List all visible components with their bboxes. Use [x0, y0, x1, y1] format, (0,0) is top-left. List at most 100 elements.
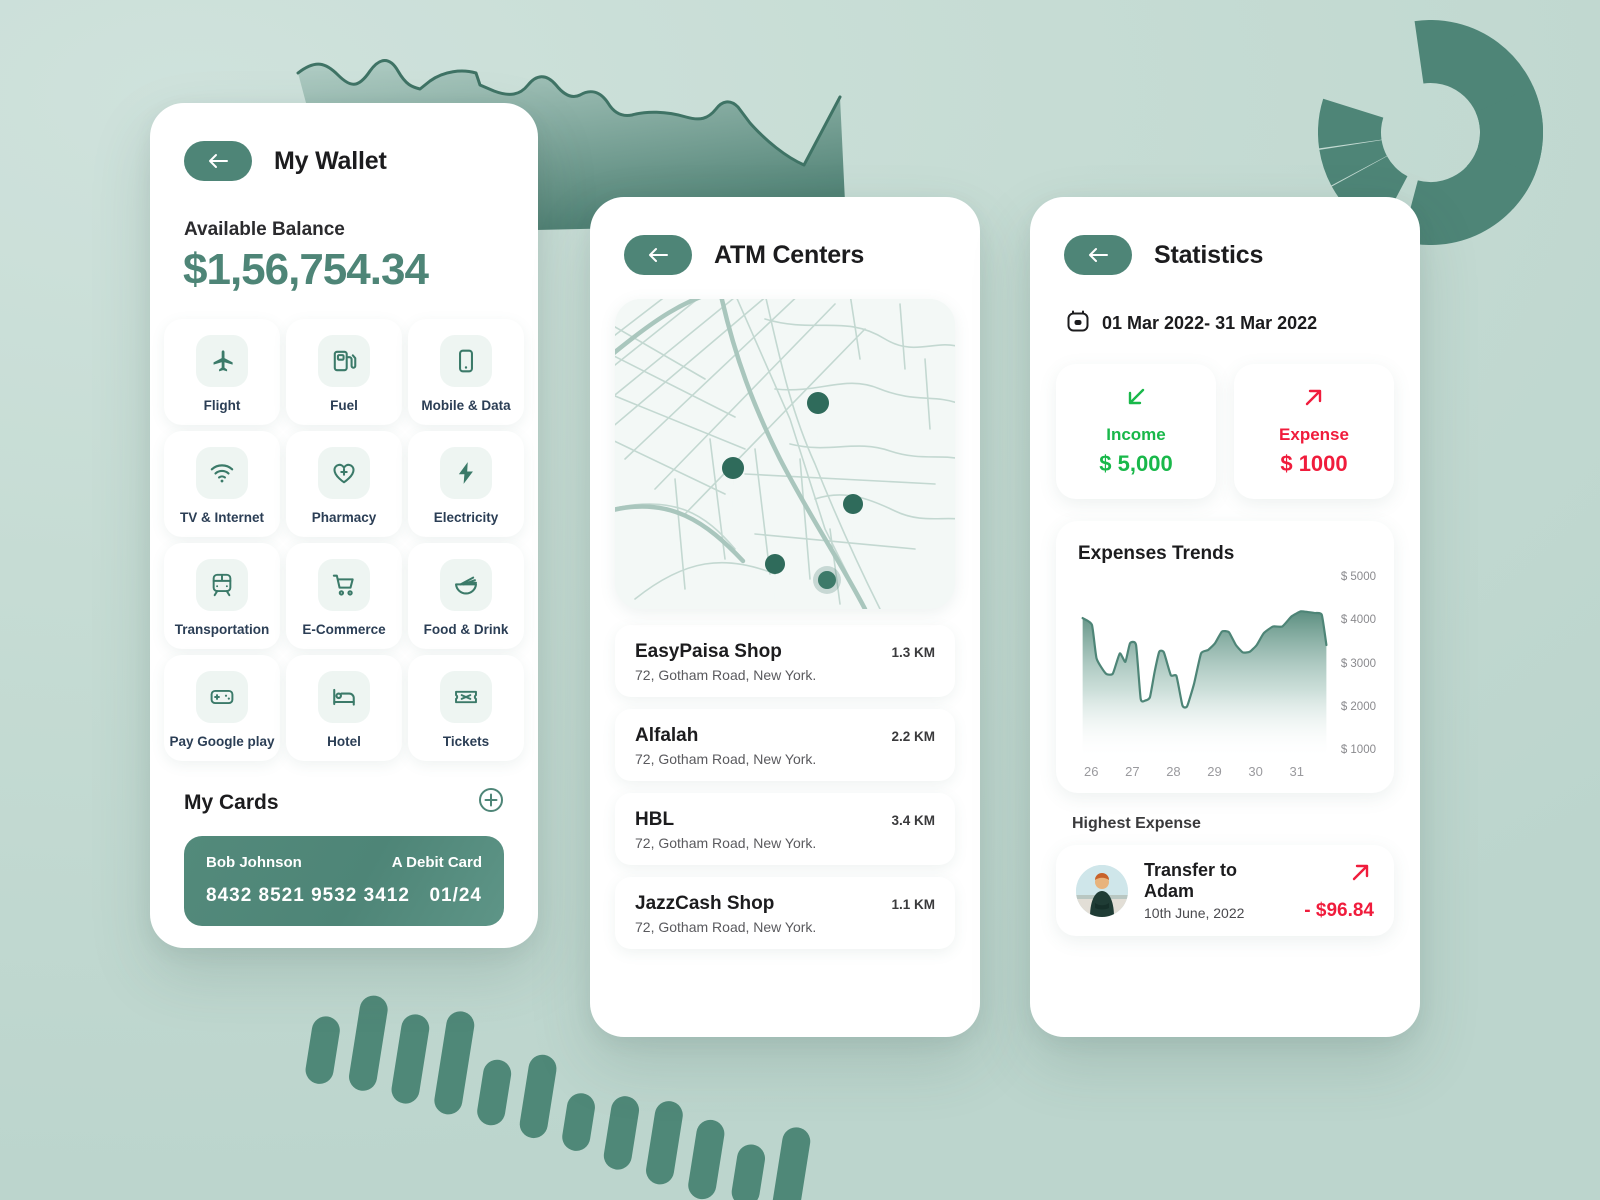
- atm-name: JazzCash Shop: [635, 893, 775, 914]
- service-tile-label: Transportation: [174, 622, 270, 637]
- card-expiry: 01/24: [429, 885, 482, 906]
- service-tile-label: Flight: [203, 398, 241, 413]
- atm-list-item[interactable]: HBL 3.4 KM 72, Gotham Road, New York.: [615, 793, 955, 865]
- service-tile-e-commerce[interactable]: E-Commerce: [286, 543, 402, 649]
- back-button[interactable]: [184, 141, 252, 181]
- card-number: 8432 8521 9532 3412: [206, 885, 410, 906]
- heart-plus-icon: [318, 447, 370, 499]
- plus-circle-icon[interactable]: [478, 787, 504, 818]
- expense-name: Transfer to Adam: [1144, 860, 1238, 901]
- gamepad-icon: [196, 671, 248, 723]
- my-cards-title: My Cards: [184, 790, 279, 814]
- date-range-text: 01 Mar 2022- 31 Mar 2022: [1102, 313, 1318, 333]
- page-title: Statistics: [1154, 240, 1264, 269]
- atm-address: 72, Gotham Road, New York.: [635, 835, 817, 851]
- arrow-up-right-icon: [1301, 389, 1327, 414]
- airplane-icon: [196, 335, 248, 387]
- arrow-down-left-icon: [1123, 388, 1149, 414]
- service-tile-label: TV & Internet: [179, 510, 264, 525]
- atm-list: EasyPaisa Shop 1.3 KM 72, Gotham Road, New…: [615, 625, 955, 949]
- service-tile-flight[interactable]: Flight: [164, 319, 280, 425]
- balance-value: $1,56,754.34: [183, 245, 429, 294]
- service-tile-label: Electricity: [433, 510, 499, 525]
- arrow-left-icon: [209, 154, 228, 168]
- service-tile-electricity[interactable]: Electricity: [408, 431, 524, 537]
- date-range-selector[interactable]: 01 Mar 2022- 31 Mar 2022: [1066, 309, 1420, 338]
- service-tile-label: Food & Drink: [423, 622, 509, 637]
- atm-address: 72, Gotham Road, New York.: [635, 919, 817, 935]
- fuel-pump-icon: [318, 335, 370, 387]
- atm-address: 72, Gotham Road, New York.: [635, 751, 817, 767]
- income-card[interactable]: Income $ 5,000: [1056, 364, 1216, 499]
- expense-amount: - $96.84: [1304, 900, 1374, 921]
- arrow-up-right-icon: [1348, 864, 1374, 889]
- y-tick-label: $ 5000: [1340, 571, 1376, 583]
- service-tile-pay-google-play[interactable]: Pay Google play: [164, 655, 280, 761]
- atm-name: EasyPaisa Shop: [635, 641, 782, 662]
- service-tile-label: Fuel: [330, 398, 358, 413]
- income-expense-row: Income $ 5,000 Expense $ 1000: [1056, 364, 1394, 499]
- x-tick-label: 29: [1207, 764, 1222, 779]
- expense-card[interactable]: Expense $ 1000: [1234, 364, 1394, 499]
- arrow-left-icon: [649, 248, 668, 262]
- x-tick-label: 26: [1084, 764, 1099, 779]
- atm-list-item[interactable]: JazzCash Shop 1.1 KM 72, Gotham Road, New …: [615, 877, 955, 949]
- shopping-cart-icon: [318, 559, 370, 611]
- income-value: $ 5,000: [1099, 451, 1173, 476]
- expenses-trends-chart: Expenses Trends $ 5000 $ 4000 $ 3000 $ 2000…: [1056, 521, 1394, 793]
- service-grid: Flight Fuel Mobile & Data TV & Internet Phar…: [164, 319, 524, 761]
- y-tick-label: $ 1000: [1340, 744, 1376, 756]
- service-tile-tv-internet[interactable]: TV & Internet: [164, 431, 280, 537]
- atm-centers-screen: ATM Centers EasyPaisa Shop 1.3 KM 72, Go…: [590, 197, 980, 1037]
- card-holder-name: Bob Johnson: [206, 854, 302, 871]
- atm-distance: 2.2 KM: [891, 729, 935, 744]
- atm-header: ATM Centers: [590, 197, 980, 275]
- service-tile-label: E-Commerce: [302, 622, 386, 637]
- map-view[interactable]: [615, 299, 955, 609]
- wallet-header: My Wallet: [150, 103, 538, 181]
- my-cards-header: My Cards: [184, 787, 504, 818]
- x-tick-label: 31: [1289, 764, 1304, 779]
- atm-list-item[interactable]: EasyPaisa Shop 1.3 KM 72, Gotham Road, New…: [615, 625, 955, 697]
- atm-name: Alfalah: [635, 725, 699, 746]
- service-tile-fuel[interactable]: Fuel: [286, 319, 402, 425]
- highest-expense-label: Highest Expense: [1072, 815, 1201, 832]
- service-tile-label: Mobile & Data: [421, 398, 511, 413]
- card-type: A Debit Card: [391, 854, 482, 871]
- chart-title: Expenses Trends: [1078, 543, 1235, 564]
- x-axis-labels: 26 27 28 29 30 31: [1078, 756, 1376, 779]
- service-tile-mobile-data[interactable]: Mobile & Data: [408, 319, 524, 425]
- service-tile-tickets[interactable]: Tickets: [408, 655, 524, 761]
- back-button[interactable]: [624, 235, 692, 275]
- map-canvas: [615, 299, 955, 609]
- highest-expense-item[interactable]: Transfer to Adam 10th June, 2022 - $96.8…: [1056, 845, 1394, 936]
- service-tile-pharmacy[interactable]: Pharmacy: [286, 431, 402, 537]
- service-tile-hotel[interactable]: Hotel: [286, 655, 402, 761]
- income-label: Income: [1106, 425, 1166, 444]
- expense-date: 10th June, 2022: [1144, 905, 1245, 921]
- noodle-bowl-icon: [440, 559, 492, 611]
- trend-area-plot: [1081, 610, 1328, 756]
- mobile-phone-icon: [440, 335, 492, 387]
- y-tick-label: $ 3000: [1340, 657, 1376, 670]
- expense-value: $ 1000: [1280, 451, 1348, 476]
- service-tile-label: Tickets: [442, 734, 490, 749]
- train-icon: [196, 559, 248, 611]
- balance-label: Available Balance: [184, 219, 345, 240]
- bed-icon: [318, 671, 370, 723]
- atm-distance: 1.1 KM: [891, 897, 935, 912]
- back-button[interactable]: [1064, 235, 1132, 275]
- page-title: My Wallet: [274, 146, 387, 175]
- x-tick-label: 28: [1166, 764, 1181, 779]
- atm-distance: 3.4 KM: [891, 813, 935, 828]
- credit-card[interactable]: Bob Johnson A Debit Card 8432 8521 9532 …: [184, 836, 504, 926]
- atm-list-item[interactable]: Alfalah 2.2 KM 72, Gotham Road, New York.: [615, 709, 955, 781]
- arrow-left-icon: [1089, 248, 1108, 262]
- x-tick-label: 27: [1125, 764, 1140, 779]
- service-tile-food-drink[interactable]: Food & Drink: [408, 543, 524, 649]
- service-tile-label: Pay Google play: [169, 734, 275, 749]
- service-tile-transportation[interactable]: Transportation: [164, 543, 280, 649]
- x-tick-label: 30: [1248, 764, 1263, 779]
- statistics-screen: Statistics 01 Mar 2022- 31 Mar 2022 Inco…: [1030, 197, 1420, 1037]
- y-axis-labels: $ 5000 $ 4000 $ 3000 $ 2000 $ 1000: [1314, 571, 1376, 756]
